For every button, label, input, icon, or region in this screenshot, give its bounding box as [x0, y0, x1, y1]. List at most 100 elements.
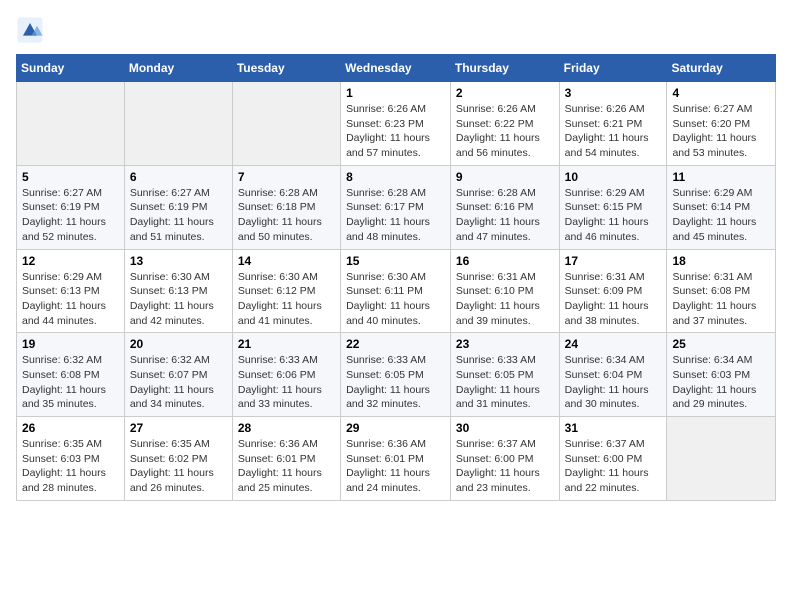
calendar-cell: 11Sunrise: 6:29 AM Sunset: 6:14 PM Dayli…: [667, 165, 776, 249]
day-number: 9: [456, 170, 554, 184]
calendar-cell: 6 Sunrise: 6:27 AM Sunset: 6:19 PM Daylig…: [124, 165, 232, 249]
weekday-header-monday: Monday: [124, 55, 232, 82]
day-info: Sunrise: 6:37 AM Sunset: 6:00 PM Dayligh…: [565, 437, 662, 496]
calendar-cell: 20 Sunrise: 6:32 AM Sunset: 6:07 PM Dayli…: [124, 333, 232, 417]
day-number: 19: [22, 337, 119, 351]
day-number: 26: [22, 421, 119, 435]
weekday-header-wednesday: Wednesday: [341, 55, 451, 82]
calendar-cell: 18 Sunrise: 6:31 AM Sunset: 6:08 PM Dayli…: [667, 249, 776, 333]
calendar-cell: 21 Sunrise: 6:33 AM Sunset: 6:06 PM Dayli…: [232, 333, 340, 417]
page-header: [16, 16, 776, 44]
calendar-cell: 15 Sunrise: 6:30 AM Sunset: 6:11 PM Dayli…: [341, 249, 451, 333]
day-number: 3: [565, 86, 662, 100]
day-number: 1: [346, 86, 445, 100]
calendar-cell: 29 Sunrise: 6:36 AM Sunset: 6:01 PM Dayli…: [341, 417, 451, 501]
calendar-cell: 12 Sunrise: 6:29 AM Sunset: 6:13 PM Dayli…: [17, 249, 125, 333]
weekday-header-thursday: Thursday: [450, 55, 559, 82]
day-info: Sunrise: 6:36 AM Sunset: 6:01 PM Dayligh…: [346, 437, 445, 496]
calendar-cell: 27 Sunrise: 6:35 AM Sunset: 6:02 PM Dayli…: [124, 417, 232, 501]
calendar-cell: 28Sunrise: 6:36 AM Sunset: 6:01 PM Dayli…: [232, 417, 340, 501]
calendar-table: SundayMondayTuesdayWednesdayThursdayFrid…: [16, 54, 776, 501]
day-number: 20: [130, 337, 227, 351]
weekday-header-sunday: Sunday: [17, 55, 125, 82]
day-info: Sunrise: 6:32 AM Sunset: 6:08 PM Dayligh…: [22, 353, 119, 412]
day-info: Sunrise: 6:30 AM Sunset: 6:13 PM Dayligh…: [130, 270, 227, 329]
day-info: Sunrise: 6:33 AM Sunset: 6:05 PM Dayligh…: [346, 353, 445, 412]
day-number: 31: [565, 421, 662, 435]
day-info: Sunrise: 6:31 AM Sunset: 6:08 PM Dayligh…: [672, 270, 770, 329]
calendar-cell: 26Sunrise: 6:35 AM Sunset: 6:03 PM Dayli…: [17, 417, 125, 501]
weekday-header-tuesday: Tuesday: [232, 55, 340, 82]
calendar-cell: 2 Sunrise: 6:26 AM Sunset: 6:22 PM Daylig…: [450, 82, 559, 166]
calendar-cell: [124, 82, 232, 166]
day-info: Sunrise: 6:28 AM Sunset: 6:17 PM Dayligh…: [346, 186, 445, 245]
calendar-cell: 16Sunrise: 6:31 AM Sunset: 6:10 PM Dayli…: [450, 249, 559, 333]
day-info: Sunrise: 6:37 AM Sunset: 6:00 PM Dayligh…: [456, 437, 554, 496]
calendar-week-5: 26Sunrise: 6:35 AM Sunset: 6:03 PM Dayli…: [17, 417, 776, 501]
day-info: Sunrise: 6:30 AM Sunset: 6:11 PM Dayligh…: [346, 270, 445, 329]
calendar-cell: 1 Sunrise: 6:26 AM Sunset: 6:23 PM Daylig…: [341, 82, 451, 166]
day-info: Sunrise: 6:29 AM Sunset: 6:13 PM Dayligh…: [22, 270, 119, 329]
day-number: 29: [346, 421, 445, 435]
day-number: 11: [672, 170, 770, 184]
calendar-body: 1 Sunrise: 6:26 AM Sunset: 6:23 PM Daylig…: [17, 82, 776, 501]
day-number: 27: [130, 421, 227, 435]
calendar-header: SundayMondayTuesdayWednesdayThursdayFrid…: [17, 55, 776, 82]
calendar-week-3: 12 Sunrise: 6:29 AM Sunset: 6:13 PM Dayli…: [17, 249, 776, 333]
day-info: Sunrise: 6:34 AM Sunset: 6:03 PM Dayligh…: [672, 353, 770, 412]
day-info: Sunrise: 6:27 AM Sunset: 6:19 PM Dayligh…: [22, 186, 119, 245]
calendar-cell: 30 Sunrise: 6:37 AM Sunset: 6:00 PM Dayli…: [450, 417, 559, 501]
day-info: Sunrise: 6:34 AM Sunset: 6:04 PM Dayligh…: [565, 353, 662, 412]
day-number: 17: [565, 254, 662, 268]
day-number: 15: [346, 254, 445, 268]
calendar-cell: 17Sunrise: 6:31 AM Sunset: 6:09 PM Dayli…: [559, 249, 667, 333]
calendar-cell: 23 Sunrise: 6:33 AM Sunset: 6:05 PM Dayli…: [450, 333, 559, 417]
day-info: Sunrise: 6:26 AM Sunset: 6:21 PM Dayligh…: [565, 102, 662, 161]
day-number: 4: [672, 86, 770, 100]
day-info: Sunrise: 6:30 AM Sunset: 6:12 PM Dayligh…: [238, 270, 335, 329]
day-info: Sunrise: 6:35 AM Sunset: 6:02 PM Dayligh…: [130, 437, 227, 496]
day-number: 13: [130, 254, 227, 268]
day-number: 2: [456, 86, 554, 100]
calendar-cell: [232, 82, 340, 166]
day-info: Sunrise: 6:33 AM Sunset: 6:06 PM Dayligh…: [238, 353, 335, 412]
day-number: 14: [238, 254, 335, 268]
calendar-cell: 7 Sunrise: 6:28 AM Sunset: 6:18 PM Daylig…: [232, 165, 340, 249]
day-number: 8: [346, 170, 445, 184]
logo-icon: [16, 16, 44, 44]
calendar-week-1: 1 Sunrise: 6:26 AM Sunset: 6:23 PM Daylig…: [17, 82, 776, 166]
day-info: Sunrise: 6:28 AM Sunset: 6:16 PM Dayligh…: [456, 186, 554, 245]
day-number: 23: [456, 337, 554, 351]
calendar-cell: 4 Sunrise: 6:27 AM Sunset: 6:20 PM Daylig…: [667, 82, 776, 166]
day-number: 12: [22, 254, 119, 268]
day-info: Sunrise: 6:31 AM Sunset: 6:10 PM Dayligh…: [456, 270, 554, 329]
day-number: 28: [238, 421, 335, 435]
calendar-cell: 8 Sunrise: 6:28 AM Sunset: 6:17 PM Daylig…: [341, 165, 451, 249]
day-info: Sunrise: 6:27 AM Sunset: 6:19 PM Dayligh…: [130, 186, 227, 245]
day-number: 18: [672, 254, 770, 268]
calendar-cell: [667, 417, 776, 501]
day-info: Sunrise: 6:26 AM Sunset: 6:23 PM Dayligh…: [346, 102, 445, 161]
day-number: 6: [130, 170, 227, 184]
day-info: Sunrise: 6:28 AM Sunset: 6:18 PM Dayligh…: [238, 186, 335, 245]
calendar-cell: [17, 82, 125, 166]
day-number: 30: [456, 421, 554, 435]
calendar-cell: 22Sunrise: 6:33 AM Sunset: 6:05 PM Dayli…: [341, 333, 451, 417]
day-info: Sunrise: 6:27 AM Sunset: 6:20 PM Dayligh…: [672, 102, 770, 161]
weekday-header-friday: Friday: [559, 55, 667, 82]
calendar-cell: 31 Sunrise: 6:37 AM Sunset: 6:00 PM Dayli…: [559, 417, 667, 501]
calendar-cell: 10 Sunrise: 6:29 AM Sunset: 6:15 PM Dayli…: [559, 165, 667, 249]
day-info: Sunrise: 6:33 AM Sunset: 6:05 PM Dayligh…: [456, 353, 554, 412]
calendar-cell: 19 Sunrise: 6:32 AM Sunset: 6:08 PM Dayli…: [17, 333, 125, 417]
calendar-week-2: 5Sunrise: 6:27 AM Sunset: 6:19 PM Daylig…: [17, 165, 776, 249]
day-number: 7: [238, 170, 335, 184]
day-number: 10: [565, 170, 662, 184]
day-number: 25: [672, 337, 770, 351]
calendar-cell: 25 Sunrise: 6:34 AM Sunset: 6:03 PM Dayli…: [667, 333, 776, 417]
day-number: 21: [238, 337, 335, 351]
calendar-cell: 24Sunrise: 6:34 AM Sunset: 6:04 PM Dayli…: [559, 333, 667, 417]
day-info: Sunrise: 6:26 AM Sunset: 6:22 PM Dayligh…: [456, 102, 554, 161]
weekday-row: SundayMondayTuesdayWednesdayThursdayFrid…: [17, 55, 776, 82]
day-info: Sunrise: 6:32 AM Sunset: 6:07 PM Dayligh…: [130, 353, 227, 412]
day-info: Sunrise: 6:29 AM Sunset: 6:15 PM Dayligh…: [565, 186, 662, 245]
